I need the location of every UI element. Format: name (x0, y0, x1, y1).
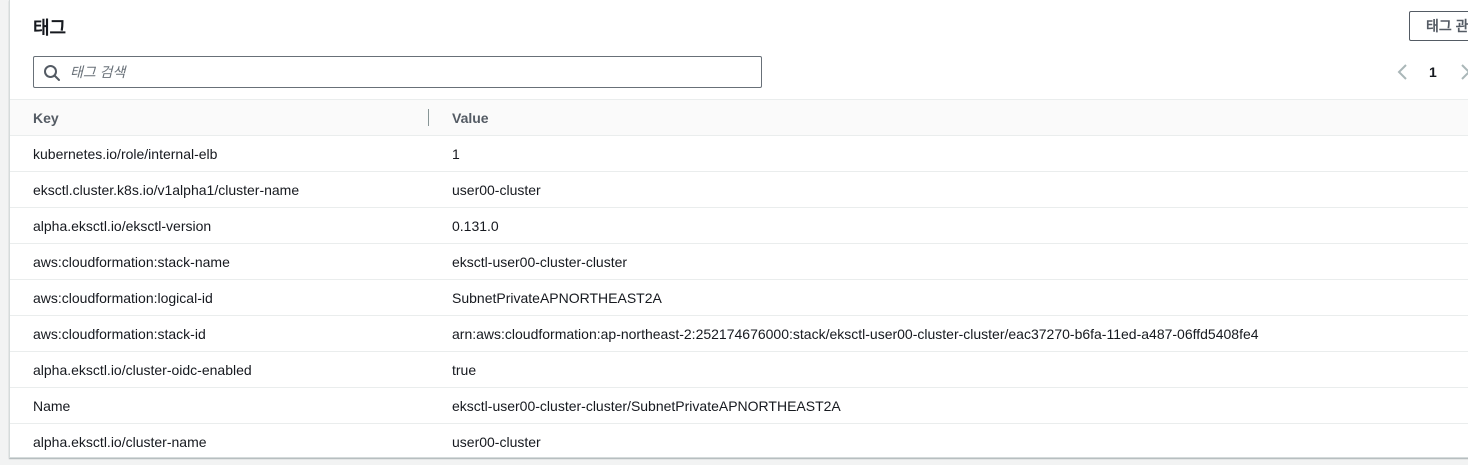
tag-key-cell: alpha.eksctl.io/cluster-oidc-enabled (10, 351, 429, 388)
column-header-key[interactable]: Key (10, 99, 429, 136)
tag-value-cell: eksctl-user00-cluster-cluster/SubnetPriv… (429, 387, 1468, 424)
table-row: eksctl.cluster.k8s.io/v1alpha1/cluster-n… (10, 171, 1468, 208)
page-number-current[interactable]: 1 (1429, 62, 1437, 82)
tag-key-cell: alpha.eksctl.io/eksctl-version (10, 207, 429, 244)
table-row: aws:cloudformation:stack-id arn:aws:cloud… (10, 315, 1468, 352)
tag-value-cell: SubnetPrivateAPNORTHEAST2A (429, 279, 1468, 316)
column-header-value[interactable]: Value (429, 99, 1468, 136)
table-row: alpha.eksctl.io/eksctl-version 0.131.0 (10, 207, 1468, 244)
tag-key-cell: aws:cloudformation:logical-id (10, 279, 429, 316)
tag-key-cell: alpha.eksctl.io/cluster-name (33, 433, 207, 450)
column-header-label: Key (33, 109, 59, 126)
tag-value-cell: user00-cluster (452, 433, 541, 450)
table-row: alpha.eksctl.io/cluster-name user00-clust… (10, 424, 1468, 458)
table-row: Name eksctl-user00-cluster-cluster/Subnet… (10, 387, 1468, 424)
tag-value-cell: user00-cluster (429, 171, 1468, 208)
tags-panel: 태그 태그 관리 1 Key Value (9, 0, 1468, 458)
table-row: aws:cloudformation:logical-id SubnetPriva… (10, 279, 1468, 316)
column-header-label: Value (452, 109, 489, 126)
table-header-row: Key Value (10, 99, 1468, 136)
tag-key-cell: aws:cloudformation:stack-name (10, 243, 429, 280)
tag-value-cell: arn:aws:cloudformation:ap-northeast-2:25… (429, 315, 1468, 352)
search-icon (43, 64, 61, 82)
tag-key-cell: Name (10, 387, 429, 424)
chevron-right-icon[interactable] (1458, 62, 1468, 82)
manage-tags-button[interactable]: 태그 관리 (1409, 11, 1468, 41)
table-row: aws:cloudformation:stack-name eksctl-user… (10, 243, 1468, 280)
tag-key-cell: eksctl.cluster.k8s.io/v1alpha1/cluster-n… (10, 171, 429, 208)
tag-search-box[interactable] (33, 56, 762, 88)
tag-value-cell: 0.131.0 (429, 207, 1468, 244)
tag-value-cell: eksctl-user00-cluster-cluster (429, 243, 1468, 280)
tag-key-cell: aws:cloudformation:stack-id (10, 315, 429, 352)
tag-value-cell: 1 (429, 135, 1468, 172)
table-row: alpha.eksctl.io/cluster-oidc-enabled true (10, 351, 1468, 388)
tag-key-cell: kubernetes.io/role/internal-elb (10, 135, 429, 172)
tag-search-input[interactable] (70, 57, 750, 87)
tags-table: Key Value kubernetes.io/role/internal-el… (10, 99, 1468, 458)
table-row: kubernetes.io/role/internal-elb 1 (10, 135, 1468, 172)
chevron-left-icon[interactable] (1396, 62, 1410, 82)
panel-title: 태그 (33, 18, 67, 38)
tag-value-cell: true (429, 351, 1468, 388)
